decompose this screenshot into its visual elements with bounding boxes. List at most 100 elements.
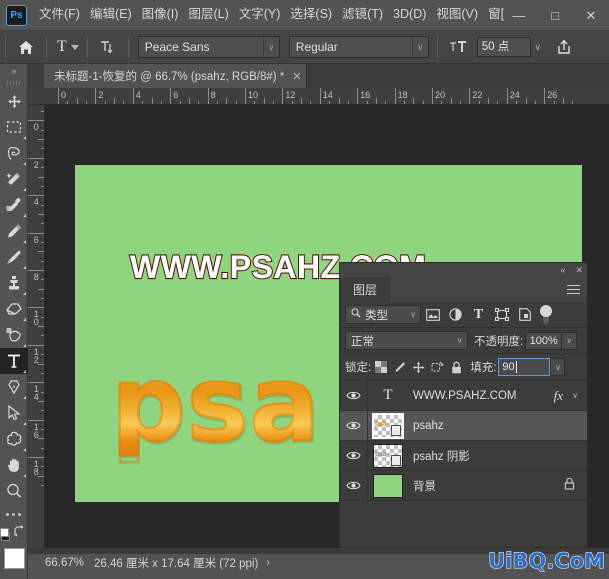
close-button[interactable]: ✕ <box>573 0 609 31</box>
text-orientation-icon[interactable] <box>93 34 123 60</box>
chevron-down-icon: ∨ <box>456 336 463 345</box>
custom-shape-tool[interactable] <box>0 426 28 452</box>
menu-type[interactable]: 文字(Y) <box>234 4 286 26</box>
tools-grip[interactable] <box>0 78 27 88</box>
lock-all-icon[interactable] <box>447 357 466 377</box>
font-style-select[interactable]: Regular ∨ <box>288 36 429 58</box>
filter-pixel-icon[interactable] <box>421 304 444 326</box>
layer-visibility-toggle[interactable] <box>340 380 368 411</box>
zoom-tool[interactable] <box>0 478 28 504</box>
horizontal-ruler[interactable]: 0 2 4 6 8 10 12 14 16 18 20 22 24 26 <box>28 88 609 105</box>
clone-stamp-tool[interactable] <box>0 270 28 296</box>
table-row[interactable]: 背景 <box>340 470 587 501</box>
menu-layer[interactable]: 图层(L) <box>183 4 233 26</box>
pen-tool[interactable] <box>0 374 28 400</box>
layer-thumbnail[interactable] <box>373 473 403 498</box>
lock-transparent-pixels-icon[interactable] <box>371 357 390 377</box>
table-row[interactable]: psa psahz <box>340 410 587 441</box>
lock-artboard-nesting-icon[interactable] <box>428 357 447 377</box>
layer-visibility-toggle[interactable] <box>340 440 368 471</box>
layer-visibility-toggle[interactable] <box>340 410 368 441</box>
opacity-input[interactable]: 100% <box>525 331 563 350</box>
table-row[interactable]: psa psahz 阴影 <box>340 440 587 471</box>
ruler-minor-tick <box>38 363 44 365</box>
blend-mode-select[interactable]: 正常 ∨ <box>345 331 468 350</box>
chevron-down-icon[interactable]: ∨ <box>531 37 545 57</box>
layer-fx-icon[interactable]: fx <box>554 388 563 404</box>
search-icon <box>351 308 361 321</box>
filter-shape-icon[interactable] <box>490 304 513 326</box>
font-style-value: Regular <box>295 40 338 54</box>
status-expand-icon[interactable]: › <box>266 557 270 569</box>
eyedropper-tool[interactable] <box>0 192 28 218</box>
ruler-major-tick <box>544 88 546 104</box>
menu-file[interactable]: 文件(F) <box>34 4 85 26</box>
filter-type-icon[interactable]: T <box>467 304 490 326</box>
type-tool[interactable] <box>0 348 28 374</box>
rectangular-marquee-tool[interactable] <box>0 114 28 140</box>
filter-adjustment-icon[interactable] <box>444 304 467 326</box>
lock-position-icon[interactable] <box>409 357 428 377</box>
gradient-tool[interactable] <box>0 322 28 348</box>
lock-image-pixels-icon[interactable] <box>390 357 409 377</box>
layer-thumbnail[interactable]: psa <box>373 443 403 468</box>
quick-mask-icon[interactable] <box>0 527 10 541</box>
vertical-ruler[interactable]: 2024681012141618 <box>28 105 45 548</box>
move-tool[interactable] <box>0 88 28 114</box>
font-size-input[interactable]: 50 点 <box>476 37 531 57</box>
path-selection-tool[interactable] <box>0 400 28 426</box>
edit-toolbar-button[interactable] <box>0 504 27 524</box>
layer-thumbnail[interactable]: psa <box>372 412 404 439</box>
panel-menu-icon[interactable] <box>565 277 581 302</box>
menu-3d[interactable]: 3D(D) <box>388 4 431 26</box>
font-family-select[interactable]: Peace Sans ∨ <box>137 36 280 58</box>
fill-chevron-down-icon[interactable]: ∨ <box>550 358 566 376</box>
ruler-minor-tick <box>38 213 44 215</box>
ruler-minor-tick <box>76 98 78 104</box>
filter-kind-select[interactable]: 类型 ∨ <box>345 305 421 324</box>
foreground-color-swatch[interactable] <box>4 548 25 569</box>
menu-filter[interactable]: 滤镜(T) <box>337 4 388 26</box>
hand-tool[interactable] <box>0 452 28 478</box>
chevron-down-icon[interactable]: ∨ <box>568 391 582 400</box>
menu-select[interactable]: 选择(S) <box>285 4 337 26</box>
menu-image[interactable]: 图像(I) <box>137 4 184 26</box>
table-row[interactable]: T WWW.PSAHZ.COM fx ∨ <box>340 380 587 411</box>
thumbnail-link-icon <box>391 454 401 466</box>
document-tab[interactable]: 未标题-1-恢复的 @ 66.7% (psahz, RGB/8#) * ✕ <box>44 64 308 88</box>
eraser-tool[interactable] <box>0 296 28 322</box>
tool-preset-picker[interactable]: T <box>52 34 82 60</box>
magic-wand-tool[interactable] <box>0 166 28 192</box>
font-size-control[interactable]: 50 点 ∨ <box>476 37 545 57</box>
ruler-label: 0 <box>61 90 67 100</box>
ruler-label: 4 <box>135 90 141 100</box>
tab-layers[interactable]: 图层 <box>340 277 391 302</box>
collapse-panel-icon[interactable]: « <box>560 265 565 275</box>
lasso-tool[interactable] <box>0 140 28 166</box>
opacity-label: 不透明度: <box>474 335 524 348</box>
minimize-button[interactable]: — <box>501 0 537 31</box>
filter-smart-object-icon[interactable] <box>513 304 536 326</box>
filter-enable-toggle[interactable] <box>539 304 553 325</box>
close-panel-icon[interactable]: ✕ <box>575 265 583 276</box>
fill-input[interactable]: 90 <box>498 358 551 376</box>
zoom-level[interactable]: 66.67% <box>45 557 84 569</box>
brush-tool[interactable] <box>0 244 28 270</box>
layers-panel-titlebar[interactable]: « ✕ <box>340 263 587 277</box>
ruler-major-tick <box>132 88 134 104</box>
home-icon[interactable] <box>11 34 41 60</box>
ruler-label: 16 <box>360 90 371 100</box>
spot-healing-brush-tool[interactable] <box>0 218 28 244</box>
menu-edit[interactable]: 编辑(E) <box>85 4 137 26</box>
layer-visibility-toggle[interactable] <box>340 470 368 501</box>
collapse-tools-icon[interactable]: » <box>0 64 27 78</box>
menu-view[interactable]: 视图(V) <box>431 4 483 26</box>
layer-name: WWW.PSAHZ.COM <box>413 389 517 402</box>
share-icon[interactable] <box>549 34 579 60</box>
close-icon[interactable]: ✕ <box>292 70 301 83</box>
maximize-button[interactable]: □ <box>537 0 573 31</box>
menu-bar: Ps 文件(F) 编辑(E) 图像(I) 图层(L) 文字(Y) 选择(S) 滤… <box>0 0 609 31</box>
swap-colors-icon[interactable] <box>13 525 27 543</box>
opacity-chevron-down-icon[interactable]: ∨ <box>562 331 578 350</box>
thumbnail-content: psa <box>375 420 386 428</box>
